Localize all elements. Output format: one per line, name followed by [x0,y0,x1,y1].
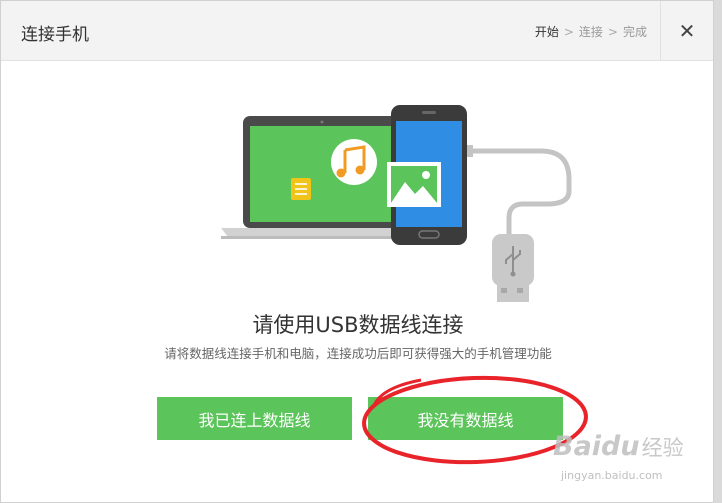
title-bar: 连接手机 开始 > 连接 > 完成 ✕ [1,1,713,61]
no-cable-button[interactable]: 我没有数据线 [368,397,563,440]
connect-description: 请将数据线连接手机和电脑，连接成功后即可获得强大的手机管理功能 [164,346,552,361]
background-window-edge [714,0,722,503]
watermark-suffix: 经验 [641,436,684,460]
connect-heading: 请使用USB数据线连接 [252,313,464,337]
picture-icon [387,162,441,207]
dialog-title: 连接手机 [21,25,89,45]
step-start: 开始 [534,25,559,39]
baidu-jingyan-watermark: Baidu经验 jingyan.baidu.com [553,431,684,482]
cable-connected-button[interactable]: 我已连上数据线 [157,397,352,440]
connect-illustration [221,105,572,302]
close-button[interactable]: ✕ [661,1,713,60]
watermark-brand: Baidu [553,431,640,462]
step-breadcrumb: 开始 > 连接 > 完成 [535,23,647,40]
step-separator: > [563,25,574,39]
close-icon: ✕ [678,18,696,43]
usb-cable [463,148,572,239]
usb-plug-icon [492,234,534,302]
step-separator: > [607,25,618,39]
step-connect: 连接 [578,25,603,39]
document-icon [291,178,311,200]
connect-phone-dialog: 连接手机 开始 > 连接 > 完成 ✕ 请使用USB数据线连接 请将数据线连接手… [0,0,714,503]
watermark-url: jingyan.baidu.com [561,469,663,482]
music-note-icon [331,139,377,185]
step-done: 完成 [622,25,647,39]
